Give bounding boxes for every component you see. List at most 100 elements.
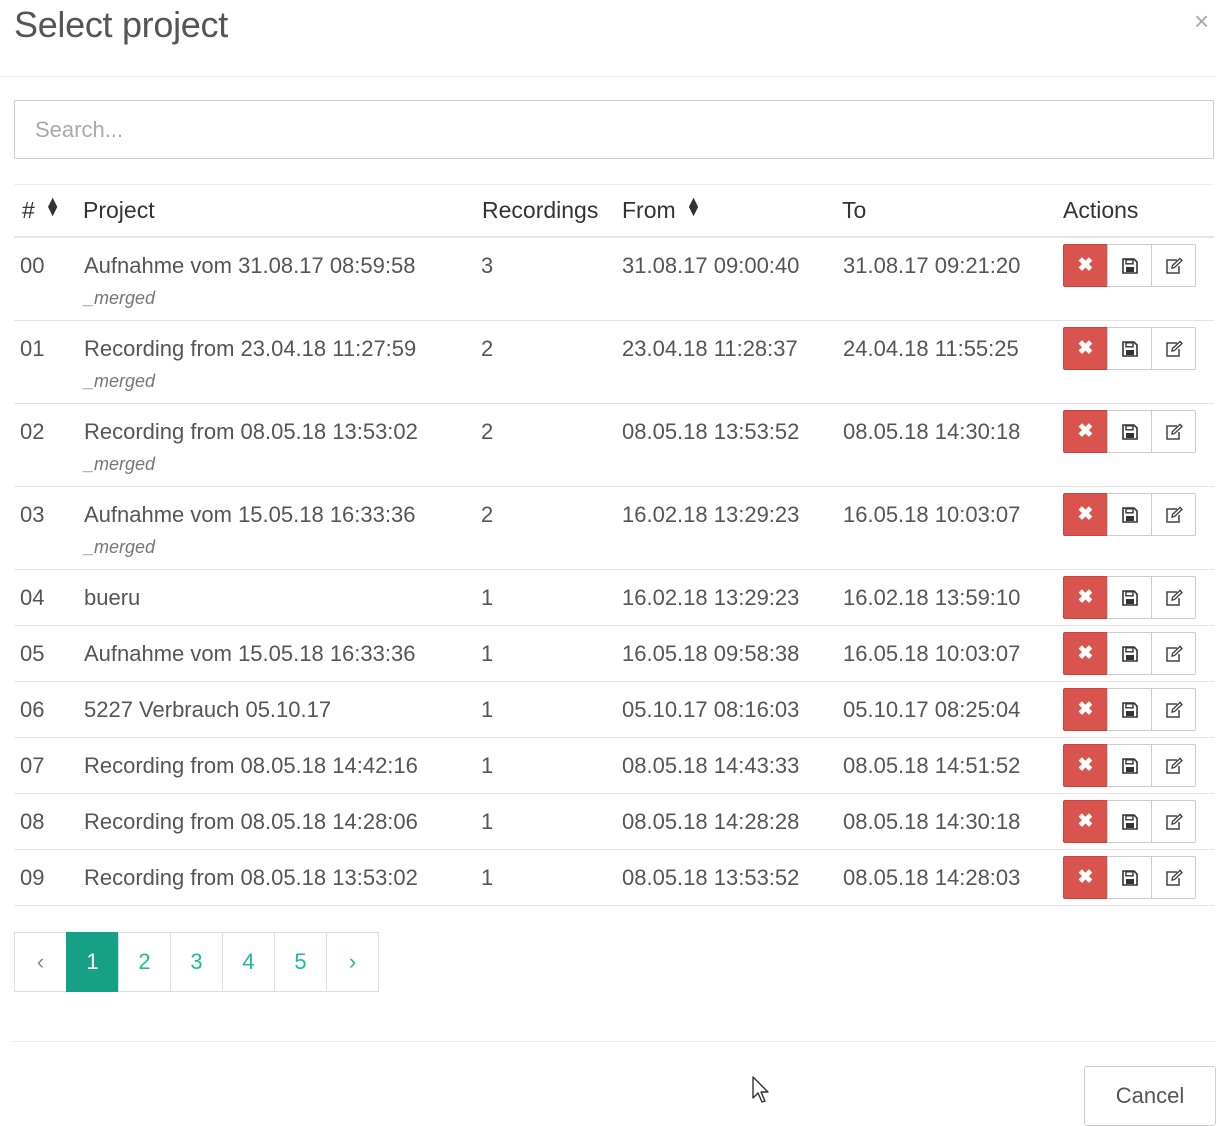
edit-button[interactable] (1151, 493, 1196, 536)
save-button[interactable] (1107, 576, 1152, 619)
pagination-next[interactable]: › (326, 932, 379, 992)
table-row[interactable]: 03 Aufnahme vom 15.05.18 16:33:36 _merged 2… (14, 487, 1214, 570)
search-input[interactable] (14, 100, 1214, 159)
to-date: 08.05.18 14:51:52 (843, 753, 1021, 778)
to-date: 08.05.18 14:28:03 (843, 865, 1021, 890)
recordings-count: 1 (481, 753, 494, 778)
pagination-page-3[interactable]: 3 (170, 932, 223, 992)
edit-button[interactable] (1151, 856, 1196, 899)
save-button[interactable] (1107, 688, 1152, 731)
table-row[interactable]: 00 Aufnahme vom 31.08.17 08:59:58 _merged 3… (14, 238, 1214, 321)
row-actions: ✖ (1063, 327, 1196, 370)
table-row[interactable]: 06 5227 Verbrauch 05.10.17 1 05.10.17 08:16… (14, 682, 1214, 738)
row-number: 07 (20, 753, 45, 778)
column-header-actions: Actions (1063, 197, 1139, 223)
cancel-button[interactable]: Cancel (1084, 1066, 1216, 1126)
floppy-disk-icon (1121, 813, 1138, 830)
recordings-count: 3 (481, 253, 494, 278)
recordings-count: 1 (481, 697, 494, 722)
save-button[interactable] (1107, 632, 1152, 675)
row-number: 02 (20, 419, 45, 444)
row-number: 00 (20, 253, 45, 278)
column-header-from[interactable]: From ▲ ▼ (622, 195, 702, 224)
edit-button[interactable] (1151, 576, 1196, 619)
column-header-to: To (842, 197, 867, 223)
edit-button[interactable] (1151, 327, 1196, 370)
delete-button[interactable]: ✖ (1063, 800, 1108, 843)
sort-icon[interactable]: ▲ ▼ (686, 195, 702, 220)
table-row[interactable]: 08 Recording from 08.05.18 14:28:06 1 08.05… (14, 794, 1214, 850)
save-button[interactable] (1107, 244, 1152, 287)
edit-button[interactable] (1151, 632, 1196, 675)
row-number: 09 (20, 865, 45, 890)
delete-button[interactable]: ✖ (1063, 244, 1108, 287)
edit-icon (1165, 340, 1183, 357)
save-button[interactable] (1107, 744, 1152, 787)
delete-button[interactable]: ✖ (1063, 856, 1108, 899)
pagination-page-2[interactable]: 2 (118, 932, 171, 992)
times-icon: ✖ (1077, 255, 1094, 276)
column-header-recordings: Recordings (482, 197, 599, 223)
recordings-count: 1 (481, 809, 494, 834)
save-button[interactable] (1107, 327, 1152, 370)
edit-icon (1165, 869, 1183, 886)
delete-button[interactable]: ✖ (1063, 688, 1108, 731)
modal-title: Select project (14, 4, 228, 45)
save-button[interactable] (1107, 856, 1152, 899)
project-merged-tag: _merged (84, 371, 156, 391)
project-name: 5227 Verbrauch 05.10.17 (84, 697, 332, 722)
edit-icon (1165, 589, 1183, 606)
recordings-count: 1 (481, 641, 494, 666)
floppy-disk-icon (1121, 701, 1138, 718)
from-date: 23.04.18 11:28:37 (622, 336, 798, 361)
edit-button[interactable] (1151, 800, 1196, 843)
pagination-page-4[interactable]: 4 (222, 932, 275, 992)
table-row[interactable]: 05 Aufnahme vom 15.05.18 16:33:36 1 16.05.1… (14, 626, 1214, 682)
row-actions: ✖ (1063, 410, 1196, 453)
floppy-disk-icon (1121, 589, 1138, 606)
times-icon: ✖ (1077, 338, 1094, 359)
to-date: 08.05.18 14:30:18 (843, 419, 1021, 444)
edit-icon (1165, 257, 1183, 274)
row-number: 04 (20, 585, 45, 610)
save-button[interactable] (1107, 493, 1152, 536)
edit-button[interactable] (1151, 410, 1196, 453)
edit-button[interactable] (1151, 244, 1196, 287)
sort-icon[interactable]: ▲ ▼ (45, 195, 61, 220)
project-name: bueru (84, 585, 141, 610)
from-date: 16.05.18 09:58:38 (622, 641, 800, 666)
edit-button[interactable] (1151, 688, 1196, 731)
delete-button[interactable]: ✖ (1063, 744, 1108, 787)
close-icon[interactable]: × (1194, 8, 1209, 34)
delete-button[interactable]: ✖ (1063, 327, 1108, 370)
recordings-count: 2 (481, 502, 494, 527)
floppy-disk-icon (1121, 340, 1138, 357)
pagination-page-5[interactable]: 5 (274, 932, 327, 992)
row-number: 01 (20, 336, 45, 361)
floppy-disk-icon (1121, 645, 1138, 662)
modal-footer-divider (10, 1041, 1216, 1042)
mouse-cursor-icon (752, 1076, 769, 1103)
table-row[interactable]: 07 Recording from 08.05.18 14:42:16 1 08.05… (14, 738, 1214, 794)
delete-button[interactable]: ✖ (1063, 410, 1108, 453)
table-row[interactable]: 09 Recording from 08.05.18 13:53:02 1 08.05… (14, 850, 1214, 906)
edit-button[interactable] (1151, 744, 1196, 787)
floppy-disk-icon (1121, 757, 1138, 774)
column-header-number[interactable]: # ▲ ▼ (22, 195, 61, 224)
table-row[interactable]: 04 bueru 1 16.02.18 13:29:23 16.02.18 13:59:… (14, 570, 1214, 626)
row-number: 05 (20, 641, 45, 666)
delete-button[interactable]: ✖ (1063, 632, 1108, 675)
table-row[interactable]: 02 Recording from 08.05.18 13:53:02 _merge… (14, 404, 1214, 487)
delete-button[interactable]: ✖ (1063, 493, 1108, 536)
times-icon: ✖ (1077, 421, 1094, 442)
pagination-prev[interactable]: ‹ (14, 932, 67, 992)
table-row[interactable]: 01 Recording from 23.04.18 11:27:59 _merge… (14, 321, 1214, 404)
pagination-page-1[interactable]: 1 (66, 932, 119, 992)
save-button[interactable] (1107, 800, 1152, 843)
row-actions: ✖ (1063, 244, 1196, 287)
column-header-number-label: # (22, 197, 35, 223)
delete-button[interactable]: ✖ (1063, 576, 1108, 619)
row-actions: ✖ (1063, 800, 1196, 843)
times-icon: ✖ (1077, 643, 1094, 664)
save-button[interactable] (1107, 410, 1152, 453)
